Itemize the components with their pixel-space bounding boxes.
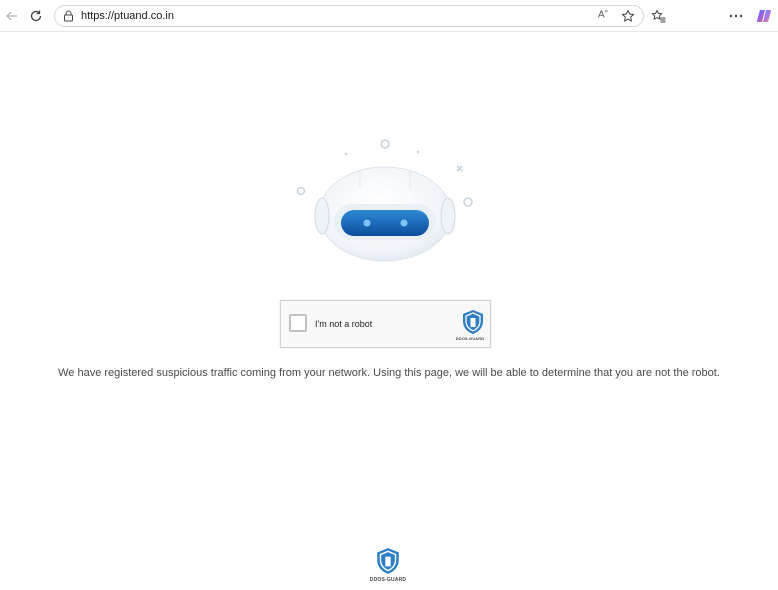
url-text[interactable]: https://ptuand.co.in xyxy=(81,10,174,22)
read-aloud-label: A xyxy=(598,9,605,21)
decor-circle-left xyxy=(296,186,306,196)
robot-eye-left xyxy=(363,219,371,227)
copilot-icon xyxy=(756,9,772,23)
more-icon xyxy=(729,14,743,18)
arrow-left-icon xyxy=(6,11,17,21)
decor-dot-1 xyxy=(344,152,348,156)
star-icon[interactable] xyxy=(621,9,635,23)
browser-toolbar: https://ptuand.co.in A» xyxy=(0,0,778,32)
back-button[interactable] xyxy=(2,6,22,26)
robot-visor xyxy=(341,210,429,236)
robot-illustration xyxy=(296,139,473,262)
decor-cross xyxy=(456,165,463,172)
robot-ear-right xyxy=(440,197,456,235)
not-robot-checkbox[interactable] xyxy=(289,314,307,332)
suspicious-traffic-message: We have registered suspicious traffic co… xyxy=(58,367,720,379)
more-button[interactable] xyxy=(726,6,746,26)
decor-circle-right xyxy=(463,197,473,207)
decor-circle-top xyxy=(380,139,390,149)
lock-icon[interactable] xyxy=(63,10,74,22)
robot-ear-left xyxy=(314,197,330,235)
refresh-button[interactable] xyxy=(26,6,46,26)
favorites-button[interactable] xyxy=(648,6,668,26)
ddos-guard-shield-icon xyxy=(463,310,483,334)
robot-eye-right xyxy=(400,219,408,227)
footer-shield-icon xyxy=(377,548,399,574)
decor-dot-2 xyxy=(416,150,420,154)
read-aloud-icon[interactable]: A» xyxy=(598,9,608,20)
copilot-button[interactable] xyxy=(754,6,774,26)
footer-brand: DDOS-GUARD xyxy=(369,577,407,583)
captcha-widget: I'm not a robot DDOS-GUARD xyxy=(280,300,491,348)
refresh-icon xyxy=(30,10,42,22)
address-bar[interactable]: https://ptuand.co.in A» xyxy=(54,5,644,27)
captcha-brand: DDOS-GUARD xyxy=(455,336,485,341)
captcha-label: I'm not a robot xyxy=(315,319,373,329)
favorites-list-icon xyxy=(650,9,665,23)
